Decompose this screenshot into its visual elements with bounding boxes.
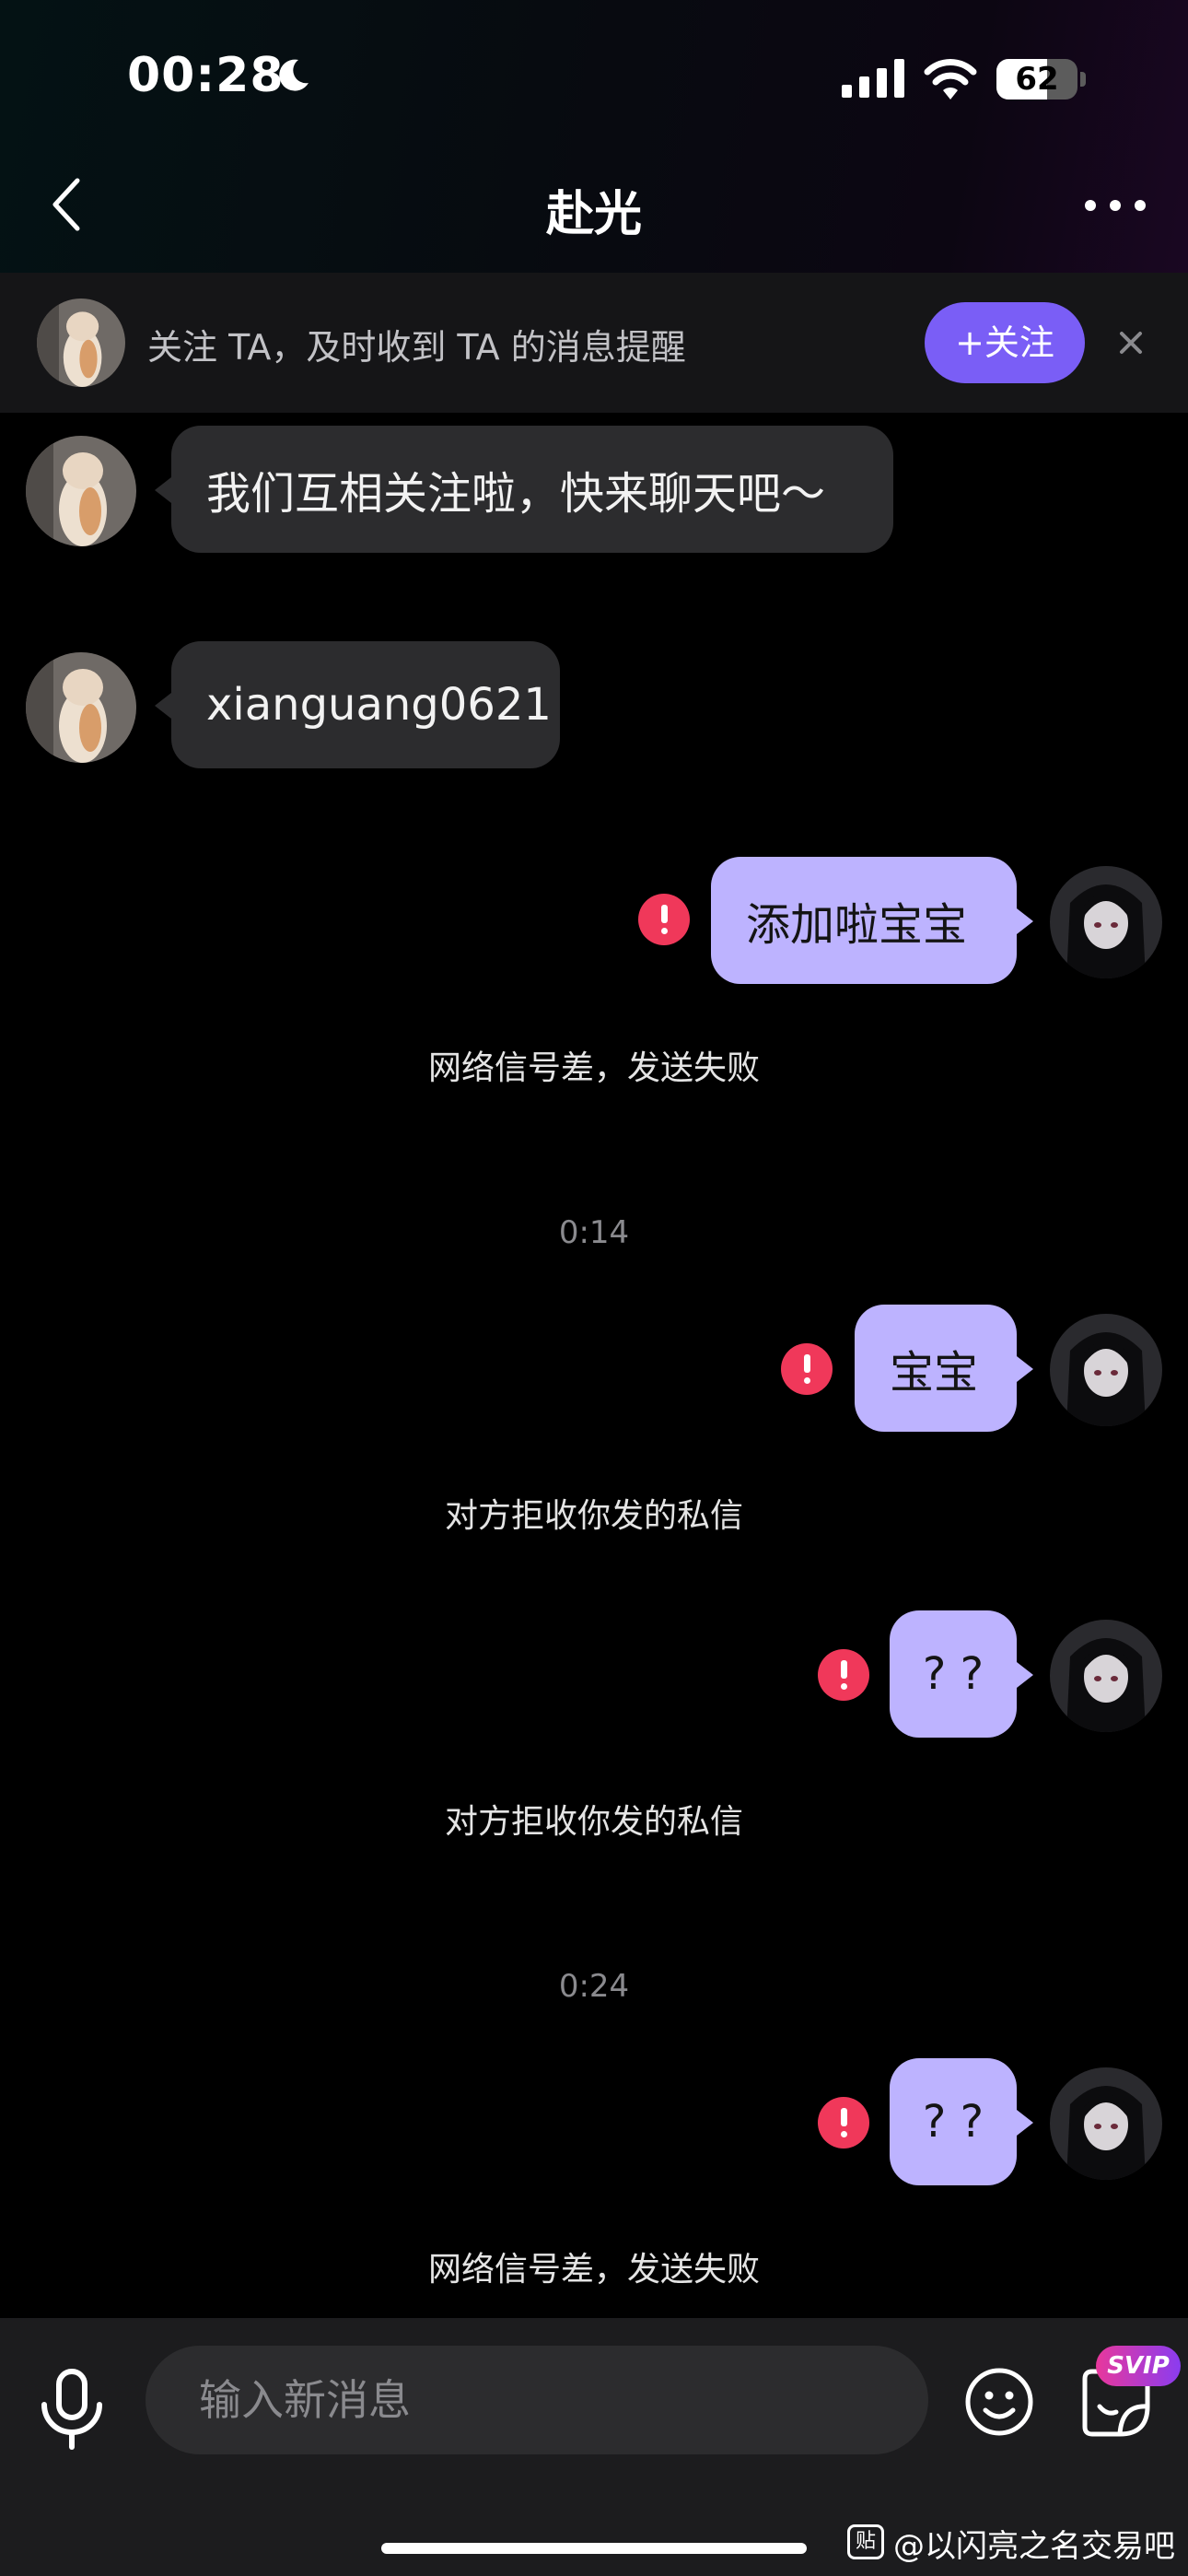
error-icon[interactable]	[638, 894, 690, 945]
status-time: 00:28	[127, 48, 285, 103]
mic-icon[interactable]	[37, 2368, 107, 2451]
error-icon[interactable]	[818, 2097, 869, 2149]
avatar[interactable]	[1050, 866, 1162, 978]
battery-icon: 62	[996, 59, 1087, 100]
bubble-tail	[155, 477, 171, 503]
input-bar: 输入新消息 SVIP 贴 @以闪亮之名交易吧	[0, 2318, 1188, 2576]
follow-banner: 关注 TA，及时收到 TA 的消息提醒 +关注	[0, 273, 1188, 413]
avatar[interactable]	[37, 299, 125, 387]
bubble-tail	[1017, 2110, 1033, 2136]
avatar[interactable]	[26, 652, 136, 763]
system-notice: 对方拒收你发的私信	[444, 1497, 743, 1535]
avatar[interactable]	[1050, 1314, 1162, 1426]
error-icon[interactable]	[781, 1343, 833, 1395]
message-bubble[interactable]: 添加啦宝宝	[711, 857, 1017, 984]
bubble-tail	[1017, 1662, 1033, 1688]
svip-badge: SVIP	[1096, 2346, 1181, 2386]
wifi-icon	[924, 59, 977, 100]
page-title: 赴光	[545, 187, 642, 242]
message-bubble[interactable]: xianguang0621	[171, 641, 560, 768]
timestamp: 0:24	[558, 1968, 630, 2005]
message-bubble[interactable]: ? ?	[890, 1610, 1017, 1738]
close-icon[interactable]	[1112, 324, 1149, 361]
avatar[interactable]	[1050, 2067, 1162, 2180]
avatar[interactable]	[1050, 1620, 1162, 1732]
avatar[interactable]	[26, 436, 136, 546]
timestamp: 0:14	[558, 1214, 630, 1251]
emoji-icon[interactable]	[963, 2366, 1035, 2438]
battery-level: 62	[1015, 61, 1059, 98]
system-notice: 对方拒收你发的私信	[444, 1803, 743, 1841]
bubble-tail	[155, 693, 171, 719]
watermark-text: @以闪亮之名交易吧	[893, 2528, 1175, 2565]
bubble-tail	[1017, 1356, 1033, 1382]
system-notice: 网络信号差，发送失败	[427, 2251, 760, 2289]
bubble-tail	[1017, 908, 1033, 934]
follow-button[interactable]: +关注	[925, 302, 1085, 383]
moon-icon	[279, 59, 309, 91]
more-icon[interactable]	[1085, 193, 1146, 216]
home-indicator[interactable]	[381, 2543, 807, 2554]
message-bubble[interactable]: 宝宝	[855, 1305, 1017, 1432]
signal-icon	[842, 59, 904, 98]
watermark-logo: 贴	[847, 2524, 884, 2559]
message-input[interactable]: 输入新消息	[146, 2346, 928, 2454]
system-notice: 网络信号差，发送失败	[427, 1049, 760, 1087]
banner-text: 关注 TA，及时收到 TA 的消息提醒	[147, 327, 686, 368]
message-bubble[interactable]: ? ?	[890, 2058, 1017, 2185]
message-bubble[interactable]: 我们互相关注啦，快来聊天吧～	[171, 426, 893, 553]
error-icon[interactable]	[818, 1649, 869, 1701]
